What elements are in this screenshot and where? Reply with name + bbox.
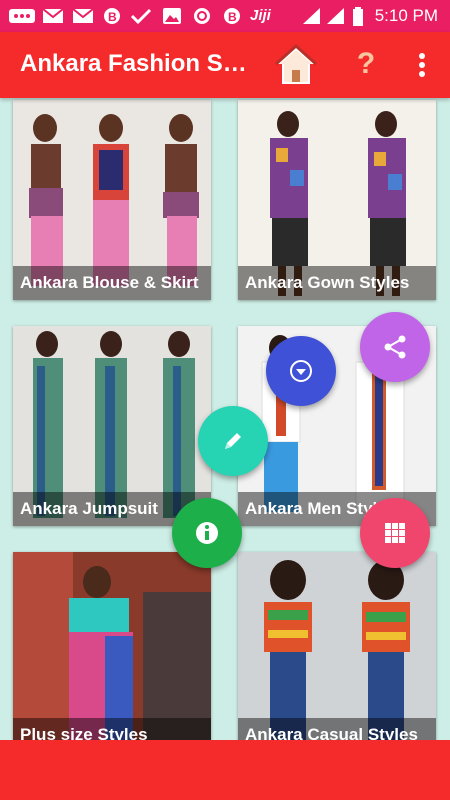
share-icon bbox=[384, 335, 406, 359]
dropdown-fab[interactable] bbox=[266, 336, 336, 406]
app-b-icon-2: B bbox=[222, 7, 242, 25]
status-bar: B B Jiji 5:10 PM bbox=[0, 0, 450, 32]
category-card-casual[interactable]: Ankara Casual Styles bbox=[238, 552, 436, 740]
app-title: Ankara Fashion St… bbox=[20, 50, 250, 77]
status-time: 5:10 PM bbox=[374, 6, 438, 25]
grid-icon bbox=[385, 523, 405, 543]
home-button[interactable] bbox=[274, 43, 318, 86]
network-label: Jiji bbox=[250, 7, 271, 24]
more-options-button[interactable] bbox=[412, 50, 432, 80]
image-icon bbox=[162, 7, 182, 25]
help-button[interactable]: ? bbox=[352, 46, 380, 82]
pencil-icon bbox=[225, 433, 241, 449]
category-card-jumpsuit[interactable]: Ankara Jumpsuit bbox=[13, 326, 211, 526]
category-label: Ankara Blouse & Skirt bbox=[13, 266, 211, 300]
home-icon bbox=[274, 43, 318, 84]
gmail-icon-2 bbox=[72, 7, 94, 25]
dropdown-icon bbox=[290, 360, 312, 382]
grid-fab[interactable] bbox=[360, 498, 430, 568]
info-icon bbox=[196, 522, 218, 544]
category-label: Plus size Styles bbox=[13, 718, 211, 740]
signal-icon bbox=[302, 7, 322, 25]
svg-text:B: B bbox=[108, 10, 117, 24]
whatsapp-icon bbox=[192, 7, 212, 25]
category-photo bbox=[238, 552, 436, 740]
question-icon: ? bbox=[356, 47, 376, 80]
category-label: Ankara Gown Styles bbox=[238, 266, 436, 300]
check-icon bbox=[130, 7, 152, 25]
battery-icon bbox=[352, 7, 364, 26]
category-label: Ankara Casual Styles bbox=[238, 718, 436, 740]
category-card-plus-size[interactable]: Plus size Styles bbox=[13, 552, 211, 740]
app-bar: Ankara Fashion St… ? bbox=[0, 32, 450, 98]
svg-text:B: B bbox=[228, 10, 237, 24]
gmail-icon bbox=[42, 7, 64, 25]
category-card-gown[interactable]: Ankara Gown Styles bbox=[238, 100, 436, 300]
category-card-blouse-skirt[interactable]: Ankara Blouse & Skirt bbox=[13, 100, 211, 300]
bottom-banner bbox=[0, 740, 450, 800]
share-fab[interactable] bbox=[360, 312, 430, 382]
messages-icon bbox=[8, 7, 36, 25]
info-fab[interactable] bbox=[172, 498, 242, 568]
category-photo bbox=[13, 552, 211, 740]
signal-icon-2 bbox=[326, 7, 346, 25]
more-vert-icon bbox=[419, 53, 425, 77]
app-b-icon: B bbox=[102, 7, 122, 25]
edit-fab[interactable] bbox=[198, 406, 268, 476]
